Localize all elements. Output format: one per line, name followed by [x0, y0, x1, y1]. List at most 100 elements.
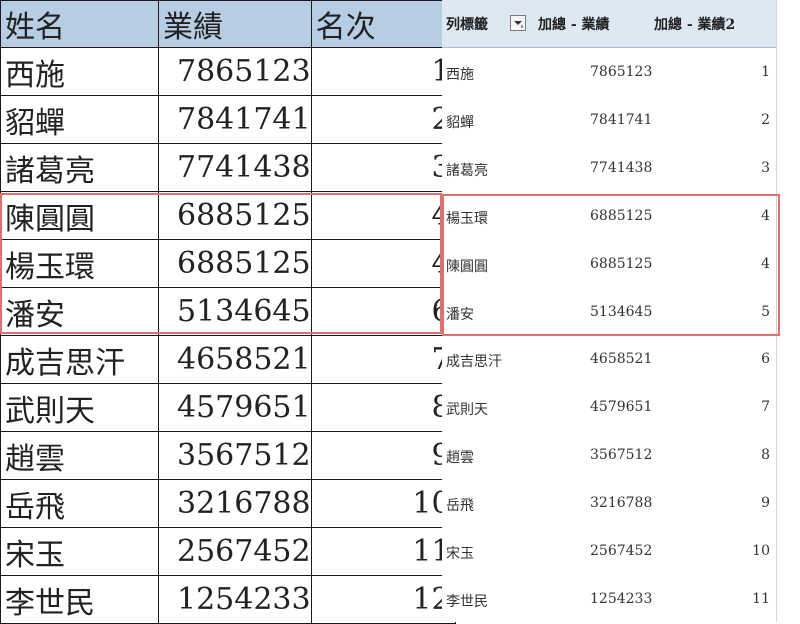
header-rank-cell[interactable]: 名次 [310, 0, 456, 48]
pivot-table: 列標籤 加總 - 業績 加總 - 業績2 西施 7865123 1 貂蟬 7841741… [442, 0, 776, 622]
score-cell[interactable]: 3567512 [158, 431, 312, 480]
score-cell[interactable]: 1254233 [158, 575, 312, 624]
pivot-name-cell[interactable]: 武則天 [446, 399, 488, 419]
pivot-name-cell[interactable]: 宋玉 [446, 543, 474, 563]
ranking-row: 楊玉環68851254 [0, 239, 456, 288]
pivot-row: 宋玉 2567452 10 [442, 526, 776, 574]
rank-cell[interactable]: 6 [310, 287, 456, 336]
score-cell[interactable]: 7741438 [158, 143, 312, 192]
name-cell[interactable]: 岳飛 [0, 479, 159, 528]
pivot-rank-cell[interactable]: 1 [761, 64, 770, 80]
score-cell[interactable]: 7841741 [158, 95, 312, 144]
pivot-name-cell[interactable]: 岳飛 [446, 495, 474, 515]
rank-cell[interactable]: 2 [310, 95, 456, 144]
pivot-rank-cell[interactable]: 5 [761, 304, 770, 320]
rank-cell[interactable]: 12 [310, 575, 456, 624]
rank-cell[interactable]: 11 [310, 527, 456, 576]
score-cell[interactable]: 2567452 [158, 527, 312, 576]
pivot-score-cell[interactable]: 6885125 [590, 256, 652, 272]
score-cell[interactable]: 7865123 [158, 47, 312, 96]
name-cell[interactable]: 武則天 [0, 383, 159, 432]
pivot-rank-cell[interactable]: 2 [761, 112, 770, 128]
name-cell[interactable]: 陳圓圓 [0, 191, 159, 240]
pivot-score-cell[interactable]: 4579651 [590, 399, 652, 415]
rank-cell[interactable]: 4 [310, 191, 456, 240]
score-cell[interactable]: 4579651 [158, 383, 312, 432]
score-cell[interactable]: 6885125 [158, 191, 312, 240]
pivot-rank-cell[interactable]: 4 [761, 208, 770, 224]
ranking-row: 岳飛 3216788 10 [0, 479, 456, 528]
pivot-header-row: 列標籤 加總 - 業績 加總 - 業績2 [442, 0, 776, 48]
pivot-rank-cell[interactable]: 3 [761, 160, 770, 176]
pivot-name-cell[interactable]: 西施 [446, 64, 474, 84]
header-name-cell[interactable]: 姓名 [0, 0, 159, 48]
ranking-row: 西施78651231 [0, 47, 456, 96]
pivot-name-cell[interactable]: 貂蟬 [446, 112, 474, 132]
pivot-row-labels-header[interactable]: 列標籤 [446, 14, 488, 34]
rank-cell[interactable]: 9 [310, 431, 456, 480]
score-cell[interactable]: 6885125 [158, 239, 312, 288]
pivot-score-cell[interactable]: 1254233 [590, 591, 652, 607]
sort-filter-dropdown-icon[interactable] [510, 15, 526, 31]
pivot-name-cell[interactable]: 楊玉環 [446, 208, 488, 228]
pivot-score-cell[interactable]: 7841741 [590, 112, 652, 128]
pivot-row: 趙雲 3567512 8 [442, 430, 776, 478]
pivot-score-cell[interactable]: 2567452 [590, 543, 652, 559]
pivot-row: 楊玉環 6885125 4 [442, 191, 776, 239]
pivot-name-cell[interactable]: 潘安 [446, 304, 474, 324]
pivot-sum-score-header[interactable]: 加總 - 業績 [538, 14, 610, 34]
ranking-row: 潘安51346456 [0, 287, 456, 336]
pivot-row: 諸葛亮 7741438 3 [442, 143, 776, 191]
pivot-rank-cell[interactable]: 7 [761, 399, 770, 415]
pivot-score-cell[interactable]: 7865123 [590, 64, 652, 80]
name-cell[interactable]: 成吉思汗 [0, 335, 159, 384]
pivot-name-cell[interactable]: 成吉思汗 [446, 351, 502, 371]
pivot-score-cell[interactable]: 7741438 [590, 160, 652, 176]
score-cell[interactable]: 4658521 [158, 335, 312, 384]
rank-cell[interactable]: 10 [310, 479, 456, 528]
empty-column-area [776, 0, 800, 622]
pivot-name-cell[interactable]: 陳圓圓 [446, 256, 488, 276]
pivot-score-cell[interactable]: 5134645 [590, 304, 652, 320]
pivot-score-cell[interactable]: 3567512 [590, 447, 652, 463]
ranking-row: 陳圓圓68851254 [0, 191, 456, 240]
pivot-rank-cell[interactable]: 11 [752, 591, 770, 607]
rank-cell[interactable]: 3 [310, 143, 456, 192]
pivot-name-cell[interactable]: 趙雲 [446, 447, 474, 467]
header-score-cell[interactable]: 業績 [158, 0, 312, 48]
pivot-rank-cell[interactable]: 9 [761, 495, 770, 511]
pivot-rank-cell[interactable]: 6 [761, 351, 770, 367]
ranking-row: 趙雲35675129 [0, 431, 456, 480]
pivot-row: 潘安 5134645 5 [442, 287, 776, 335]
pivot-row: 貂蟬 7841741 2 [442, 95, 776, 143]
rank-cell[interactable]: 7 [310, 335, 456, 384]
pivot-rank-cell[interactable]: 8 [761, 447, 770, 463]
ranking-row: 諸葛亮77414383 [0, 143, 456, 192]
rank-cell[interactable]: 4 [310, 239, 456, 288]
pivot-score-cell[interactable]: 6885125 [590, 208, 652, 224]
pivot-sum-score2-header[interactable]: 加總 - 業績2 [654, 14, 735, 34]
name-cell[interactable]: 宋玉 [0, 527, 159, 576]
name-cell[interactable]: 諸葛亮 [0, 143, 159, 192]
pivot-name-cell[interactable]: 李世民 [446, 591, 488, 611]
score-cell[interactable]: 3216788 [158, 479, 312, 528]
ranking-row: 武則天45796518 [0, 383, 456, 432]
score-cell[interactable]: 5134645 [158, 287, 312, 336]
ranking-row: 李世民 1254233 12 [0, 575, 456, 624]
pivot-row: 成吉思汗 4658521 6 [442, 334, 776, 382]
pivot-rank-cell[interactable]: 10 [752, 543, 770, 559]
rank-cell[interactable]: 8 [310, 383, 456, 432]
ranking-table: 姓名 業績 名次 西施78651231貂蟬78417412諸葛亮77414383… [0, 0, 456, 624]
name-cell[interactable]: 西施 [0, 47, 159, 96]
name-cell[interactable]: 李世民 [0, 575, 159, 624]
pivot-score-cell[interactable]: 4658521 [590, 351, 652, 367]
name-cell[interactable]: 趙雲 [0, 431, 159, 480]
pivot-score-cell[interactable]: 3216788 [590, 495, 652, 511]
name-cell[interactable]: 潘安 [0, 287, 159, 336]
pivot-row: 陳圓圓 6885125 4 [442, 239, 776, 287]
rank-cell[interactable]: 1 [310, 47, 456, 96]
pivot-name-cell[interactable]: 諸葛亮 [446, 160, 488, 180]
name-cell[interactable]: 楊玉環 [0, 239, 159, 288]
name-cell[interactable]: 貂蟬 [0, 95, 159, 144]
pivot-rank-cell[interactable]: 4 [761, 256, 770, 272]
